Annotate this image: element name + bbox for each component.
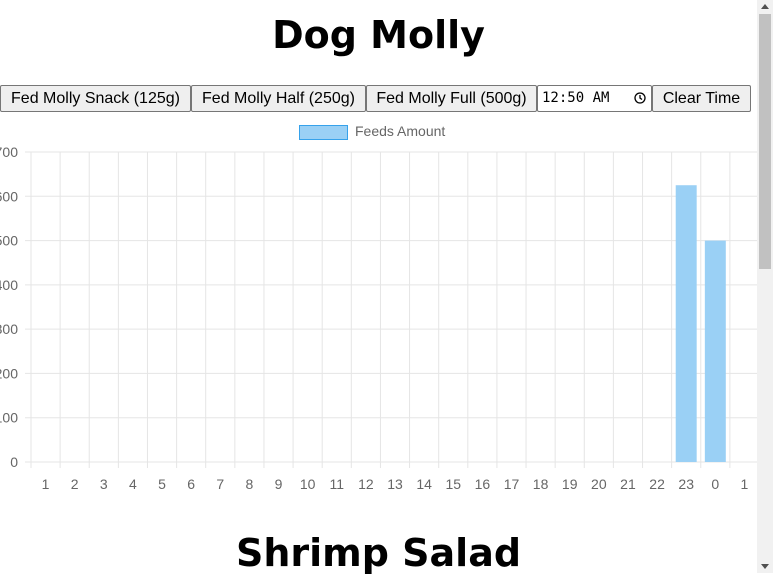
x-tick-label: 11 [329,476,344,492]
y-tick-label: 500 [0,233,18,249]
scroll-up-arrow-icon[interactable] [761,4,769,9]
x-tick-label: 15 [445,476,461,492]
x-tick-label: 6 [187,476,195,492]
bar [704,240,726,462]
y-tick-label: 400 [0,277,18,293]
x-tick-label: 7 [216,476,224,492]
x-tick-label: 19 [562,476,578,492]
x-tick-label: 10 [300,476,316,492]
y-tick-label: 600 [0,188,18,204]
x-tick-label: 4 [129,476,137,492]
fed-half-button[interactable]: Fed Molly Half (250g) [191,85,366,112]
scroll-thumb[interactable] [759,14,771,269]
x-tick-label: 22 [649,476,665,492]
x-tick-label: 23 [678,476,694,492]
x-tick-label: 8 [246,476,254,492]
fed-full-button[interactable]: Fed Molly Full (500g) [366,85,537,112]
x-tick-label: 2 [71,476,79,492]
vertical-scrollbar[interactable] [757,0,773,573]
legend-label[interactable]: Feeds Amount [355,123,445,139]
scroll-down-arrow-icon[interactable] [761,564,769,569]
x-tick-label: 21 [620,476,636,492]
clear-time-button[interactable]: Clear Time [652,85,751,112]
clock-icon[interactable] [634,92,646,104]
x-tick-label: 9 [275,476,283,492]
time-input[interactable]: 12:50 AM [537,85,652,112]
page-title-shrimp: Shrimp Salad [235,531,522,575]
fed-snack-button[interactable]: Fed Molly Snack (125g) [0,85,191,112]
x-tick-label: 14 [416,476,432,492]
y-tick-label: 100 [0,410,18,426]
x-tick-label: 1 [741,476,749,492]
y-tick-label: 300 [0,321,18,337]
y-tick-label: 700 [0,144,18,160]
x-tick-label: 20 [591,476,607,492]
x-tick-label: 5 [158,476,166,492]
x-tick-label: 17 [504,476,520,492]
x-tick-label: 13 [387,476,403,492]
x-tick-label: 3 [100,476,108,492]
time-value: 12:50 AM [542,90,610,106]
feeds-bar-chart: 7006005004003002001000123456789101112131… [0,144,757,492]
page-title-dog: Dog Molly [272,13,485,57]
x-tick-label: 1 [42,476,50,492]
x-tick-label: 12 [358,476,374,492]
x-tick-label: 18 [533,476,549,492]
bar [675,185,697,462]
y-tick-label: 0 [10,454,18,470]
x-tick-label: 16 [475,476,491,492]
legend-swatch[interactable] [299,125,348,140]
y-tick-label: 200 [0,365,18,381]
x-tick-label: 0 [711,476,719,492]
